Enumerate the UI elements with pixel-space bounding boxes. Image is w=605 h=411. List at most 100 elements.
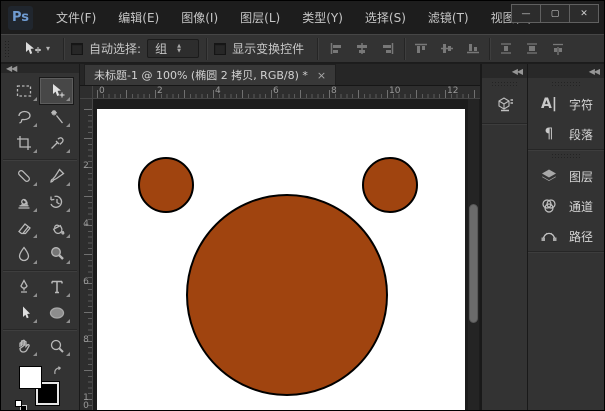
ellipse-small-left[interactable] [139,158,193,212]
dock-collapse-header[interactable]: ◀◀ [482,64,527,78]
menubar: 文件(F) 编辑(E) 图像(I) 图层(L) 类型(Y) 选择(S) 滤镜(T… [45,5,543,30]
type-icon [48,278,66,296]
menu-filter[interactable]: 滤镜(T) [417,5,480,30]
close-button[interactable]: ✕ [569,4,599,23]
menu-image[interactable]: 图像(I) [170,5,229,30]
menu-file[interactable]: 文件(F) [45,5,107,30]
ellipse-large[interactable] [187,195,387,395]
paragraph-panel-icon: ¶ [539,126,559,142]
collapse-arrows-icon: ◀◀ [589,67,599,76]
layers-panel-icon [539,167,559,185]
brush-tool[interactable] [40,163,73,189]
hand-tool[interactable] [7,333,40,359]
dock-collapse-header[interactable]: ◀◀ [528,64,604,78]
dock-divider [528,251,604,252]
ellipse-tool[interactable] [40,300,73,326]
blur-tool[interactable] [7,241,40,267]
ellipse-small-right[interactable] [363,158,417,212]
menu-edit[interactable]: 编辑(E) [107,5,170,30]
menu-type[interactable]: 类型(Y) [291,5,354,30]
document-canvas[interactable] [97,109,465,410]
layers-panel-label: 图层 [569,168,593,185]
foreground-color-swatch[interactable] [19,366,42,389]
paths-panel-button[interactable]: 路径 [528,221,604,251]
dock-grip[interactable] [551,81,581,87]
zoom-tool[interactable] [40,333,73,359]
default-colors-icon[interactable] [15,400,27,411]
channels-panel-icon [539,197,559,215]
ruler-label: 0 [99,86,105,96]
align-right-edges-button[interactable] [377,39,399,59]
auto-select-checkbox[interactable] [71,43,83,55]
rectangular-marquee-tool[interactable] [7,78,40,104]
maximize-button[interactable]: ▢ [540,4,570,23]
tools-collapse-header[interactable]: ◀◀ [1,64,79,73]
paragraph-panel-button[interactable]: ¶ 段落 [528,119,604,149]
paint-bucket-tool[interactable] [40,215,73,241]
3d-panel-button[interactable] [487,91,523,117]
document-area: 未标题-1 @ 100% (椭圆 2 拷贝, RGB/8) * × 0 2 4 … [80,64,480,410]
distribute-horizontal-centers-button[interactable] [521,39,543,59]
collapse-arrows-icon: ◀◀ [512,67,522,76]
minimize-button[interactable]: — [511,4,541,23]
character-panel-button[interactable]: A| 字符 [528,89,604,119]
align-left-edges-button[interactable] [325,39,347,59]
vertical-ruler[interactable]: 2 4 6 8 10 [80,99,93,410]
tools-panel: ◀◀ [1,64,80,410]
tab-close-icon[interactable]: × [317,69,326,82]
distribute-left-edges-button[interactable] [495,39,517,59]
document-tab[interactable]: 未标题-1 @ 100% (椭圆 2 拷贝, RGB/8) * × [84,64,336,85]
menu-select[interactable]: 选择(S) [354,5,417,30]
auto-select-value: 组 [155,40,167,57]
spot-healing-brush-tool[interactable] [7,163,40,189]
align-top-edges-button[interactable] [410,39,432,59]
lasso-tool[interactable] [7,104,40,130]
vertical-scrollbar-thumb[interactable] [469,204,478,323]
tool-preset-picker[interactable]: ▾ [15,41,56,57]
auto-select-dropdown[interactable]: 组 ▲ ▼ [147,39,199,58]
options-bar-grip[interactable] [4,40,10,58]
dock-grip[interactable] [551,153,581,159]
layers-panel-button[interactable]: 图层 [528,161,604,191]
dock-grip[interactable] [491,81,519,87]
healing-brush-icon [15,167,33,185]
dock-divider [528,149,604,150]
document-tab-title: 未标题-1 @ 100% (椭圆 2 拷贝, RGB/8) * [94,67,308,83]
align-vertical-centers-button[interactable] [436,39,458,59]
paths-panel-label: 路径 [569,228,593,245]
align-horizontal-centers-button[interactable] [351,39,373,59]
swap-colors-icon[interactable] [52,363,65,382]
show-transform-label: 显示变换控件 [232,40,304,57]
divider [63,38,64,60]
move-tool[interactable] [40,78,73,104]
ellipse-shape-icon [48,304,66,322]
ruler-label: 8 [81,335,91,343]
magic-wand-tool[interactable] [40,104,73,130]
eraser-icon [15,219,33,237]
horizontal-ruler[interactable]: 0 2 4 6 8 10 12 [93,86,480,99]
ruler-label: 6 [273,86,279,96]
eyedropper-tool[interactable] [40,130,73,156]
channels-panel-button[interactable]: 通道 [528,191,604,221]
ruler-corner[interactable] [80,86,93,99]
dodge-tool[interactable] [40,241,73,267]
menu-layer[interactable]: 图层(L) [229,5,291,30]
color-swatches [12,363,68,411]
eraser-tool[interactable] [7,215,40,241]
vertical-scrollbar-track[interactable] [468,99,479,410]
type-tool[interactable] [40,274,73,300]
history-brush-tool[interactable] [40,189,73,215]
paint-bucket-icon [48,219,66,237]
path-selection-tool[interactable] [7,300,40,326]
crop-tool[interactable] [7,130,40,156]
tools-divider [7,156,73,163]
canvas-region: 0 2 4 6 8 10 12 2 4 6 8 10 [80,86,480,410]
blur-drop-icon [15,245,33,263]
pen-tool[interactable] [7,274,40,300]
align-bottom-edges-button[interactable] [462,39,484,59]
show-transform-checkbox[interactable] [214,43,226,55]
character-panel-label: 字符 [569,96,593,113]
distribute-right-edges-button[interactable] [547,39,569,59]
ruler-label: 2 [157,86,163,96]
clone-stamp-tool[interactable] [7,189,40,215]
